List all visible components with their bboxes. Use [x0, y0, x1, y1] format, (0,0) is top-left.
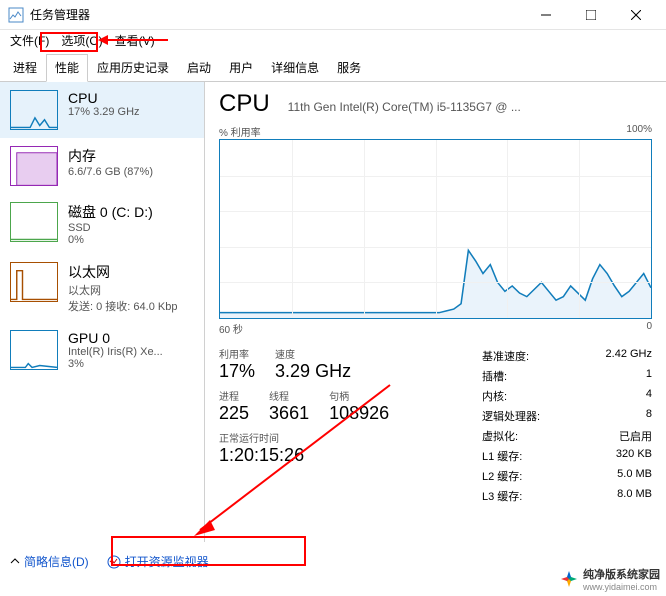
gpu-thumbnail-icon	[10, 330, 58, 370]
tab-processes[interactable]: 进程	[4, 54, 46, 81]
sidebar-item-ethernet[interactable]: 以太网 以太网 发送: 0 接收: 64.0 Kbp	[0, 254, 204, 322]
tab-performance[interactable]: 性能	[46, 54, 88, 82]
sidebar-mem-name: 内存	[68, 146, 153, 166]
main-panel: CPU 11th Gen Intel(R) Core(TM) i5-1135G7…	[205, 82, 666, 542]
brand-url: www.yidaimei.com	[583, 582, 660, 592]
tab-startup[interactable]: 启动	[178, 54, 220, 81]
disk-thumbnail-icon	[10, 202, 58, 242]
stat-utilization: 利用率 17%	[219, 346, 255, 382]
sidebar-gpu-name: GPU 0	[68, 330, 163, 346]
menu-view[interactable]: 查看(V)	[109, 30, 161, 51]
chevron-up-icon	[10, 555, 20, 569]
fewer-details-link[interactable]: 简略信息(D)	[24, 553, 89, 570]
chart-label-left: % 利用率	[219, 124, 261, 139]
chart-top-labels: % 利用率 100%	[219, 124, 652, 139]
main-subtitle: 11th Gen Intel(R) Core(TM) i5-1135G7 @ .…	[288, 100, 652, 114]
titlebar: 任务管理器	[0, 0, 666, 30]
stats-right: 基准速度:2.42 GHz 插槽:1 内核:4 逻辑处理器:8 虚拟化:已启用 …	[482, 346, 652, 506]
main-title: CPU	[219, 90, 270, 118]
stat-processes: 进程 225	[219, 388, 249, 424]
maximize-button[interactable]	[568, 0, 613, 30]
tab-services[interactable]: 服务	[328, 54, 370, 81]
menubar: 文件(F) 选项(O) 查看(V)	[0, 30, 666, 50]
window-title: 任务管理器	[30, 6, 523, 23]
memory-thumbnail-icon	[10, 146, 58, 186]
stats-panel: 利用率 17% 速度 3.29 GHz 进程 225 线程 36	[219, 346, 652, 506]
chart-bottom-labels: 60 秒 0	[219, 321, 652, 336]
sidebar-item-gpu[interactable]: GPU 0 Intel(R) Iris(R) Xe... 3%	[0, 322, 204, 378]
sidebar-disk-name: 磁盘 0 (C: D:)	[68, 202, 153, 222]
sidebar-disk-sub1: SSD	[68, 222, 153, 234]
sidebar-item-memory[interactable]: 内存 6.6/7.6 GB (87%)	[0, 138, 204, 194]
resource-monitor-icon	[107, 555, 121, 569]
sidebar-gpu-sub1: Intel(R) Iris(R) Xe...	[68, 346, 163, 358]
ethernet-thumbnail-icon	[10, 262, 58, 302]
stat-threads: 线程 3661	[269, 388, 309, 424]
sidebar-eth-sub1: 以太网	[68, 282, 177, 298]
tab-details[interactable]: 详细信息	[262, 54, 328, 81]
sidebar-eth-sub2: 发送: 0 接收: 64.0 Kbp	[68, 298, 177, 314]
body: CPU 17% 3.29 GHz 内存 6.6/7.6 GB (87%) 磁盘 …	[0, 82, 666, 542]
brand-name: 纯净版系统家园	[583, 569, 660, 581]
resource-monitor-link[interactable]: 打开资源监视器	[107, 553, 209, 570]
tab-history[interactable]: 应用历史记录	[88, 54, 178, 81]
close-button[interactable]	[613, 0, 658, 30]
brand-icon	[559, 569, 579, 589]
sidebar-mem-sub: 6.6/7.6 GB (87%)	[68, 166, 153, 178]
minimize-button[interactable]	[523, 0, 568, 30]
stat-speed: 速度 3.29 GHz	[275, 346, 351, 382]
stat-uptime: 正常运行时间 1:20:15:26	[219, 430, 482, 466]
sidebar-disk-sub2: 0%	[68, 234, 153, 246]
stat-handles: 句柄 108926	[329, 388, 389, 424]
tabbar: 进程 性能 应用历史记录 启动 用户 详细信息 服务	[0, 54, 666, 82]
sidebar-item-cpu[interactable]: CPU 17% 3.29 GHz	[0, 82, 204, 138]
sidebar-cpu-sub: 17% 3.29 GHz	[68, 106, 140, 118]
main-header: CPU 11th Gen Intel(R) Core(TM) i5-1135G7…	[219, 90, 652, 118]
tab-users[interactable]: 用户	[220, 54, 262, 81]
sidebar-cpu-name: CPU	[68, 90, 140, 106]
cpu-chart	[219, 139, 652, 319]
sidebar-eth-name: 以太网	[68, 262, 177, 282]
sidebar-gpu-sub2: 3%	[68, 358, 163, 370]
menu-options[interactable]: 选项(O)	[55, 30, 108, 51]
sidebar: CPU 17% 3.29 GHz 内存 6.6/7.6 GB (87%) 磁盘 …	[0, 82, 205, 542]
chart-bottom-left: 60 秒	[219, 321, 243, 336]
chart-bottom-right: 0	[646, 321, 652, 336]
cpu-thumbnail-icon	[10, 90, 58, 130]
brand-watermark: 纯净版系统家园 www.yidaimei.com	[559, 566, 660, 592]
chart-label-right: 100%	[626, 124, 652, 139]
sidebar-item-disk[interactable]: 磁盘 0 (C: D:) SSD 0%	[0, 194, 204, 254]
app-icon	[8, 7, 24, 23]
stats-left: 利用率 17% 速度 3.29 GHz 进程 225 线程 36	[219, 346, 482, 506]
menu-file[interactable]: 文件(F)	[4, 30, 55, 51]
